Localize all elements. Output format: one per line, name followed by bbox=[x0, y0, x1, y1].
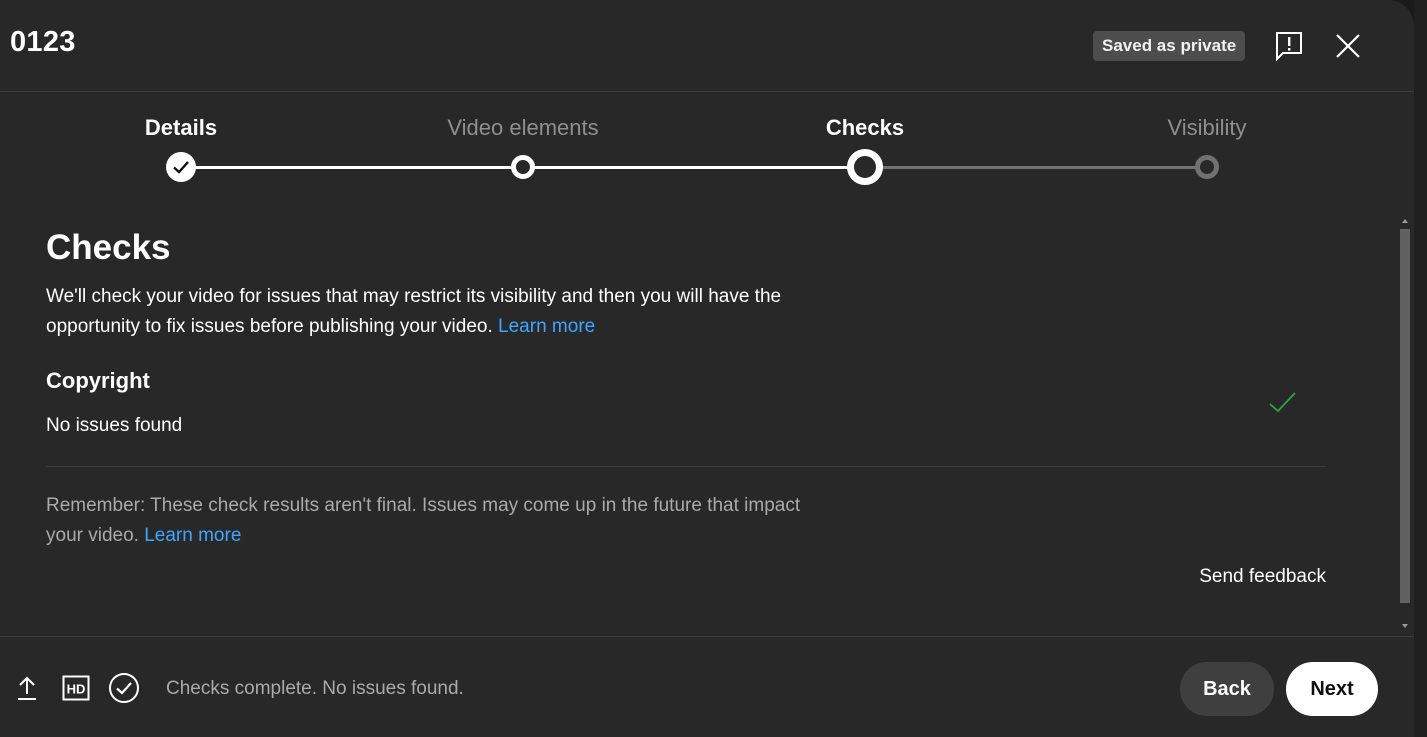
svg-text:HD: HD bbox=[67, 682, 86, 697]
back-button[interactable]: Back bbox=[1180, 662, 1274, 716]
scroll-down-arrow-icon[interactable] bbox=[1402, 624, 1408, 628]
next-button[interactable]: Next bbox=[1286, 662, 1378, 716]
scroll-thumb[interactable] bbox=[1400, 229, 1410, 603]
step-checks-label[interactable]: Checks bbox=[826, 115, 904, 141]
dialog-header: 0123 Saved as private bbox=[0, 0, 1414, 92]
step-checks-node[interactable] bbox=[847, 149, 883, 185]
learn-more-link[interactable]: Learn more bbox=[498, 316, 595, 337]
copyright-check-icon bbox=[1269, 392, 1296, 413]
video-title: 0123 bbox=[10, 26, 76, 58]
upload-icon[interactable] bbox=[16, 675, 38, 701]
copyright-heading: Copyright bbox=[46, 368, 150, 393]
upload-dialog: 0123 Saved as private Details Video elem… bbox=[0, 0, 1414, 737]
checks-status-text: Checks complete. No issues found. bbox=[166, 678, 464, 699]
step-visibility-node[interactable] bbox=[1195, 155, 1219, 179]
screen-edge bbox=[1414, 0, 1427, 737]
checks-heading: Checks bbox=[46, 228, 171, 267]
close-icon[interactable] bbox=[1334, 32, 1362, 60]
remember-note: Remember: These check results aren't fin… bbox=[46, 491, 806, 551]
report-feedback-icon[interactable] bbox=[1274, 30, 1304, 62]
send-feedback-link[interactable]: Send feedback bbox=[1199, 566, 1326, 588]
copyright-status: No issues found bbox=[46, 415, 183, 436]
checks-content: Checks We'll check your video for issues… bbox=[46, 226, 1326, 587]
step-details-node[interactable] bbox=[166, 152, 196, 182]
checks-intro: We'll check your video for issues that m… bbox=[46, 282, 826, 342]
section-divider bbox=[46, 466, 1326, 467]
checkmark-icon bbox=[173, 161, 189, 174]
content-scrollbar[interactable] bbox=[1398, 214, 1412, 634]
checks-intro-text: We'll check your video for issues that m… bbox=[46, 286, 782, 337]
remember-learn-more-link[interactable]: Learn more bbox=[144, 525, 241, 546]
step-details-label[interactable]: Details bbox=[145, 115, 217, 141]
step-video-elements-node[interactable] bbox=[511, 155, 535, 179]
checks-complete-icon[interactable] bbox=[108, 672, 140, 704]
scroll-up-arrow-icon[interactable] bbox=[1402, 219, 1408, 223]
step-visibility-label[interactable]: Visibility bbox=[1167, 115, 1246, 141]
stepper-remaining-line bbox=[865, 166, 1207, 169]
hd-icon[interactable]: HD bbox=[62, 675, 90, 701]
step-video-elements-label[interactable]: Video elements bbox=[447, 115, 598, 141]
saved-status-badge: Saved as private bbox=[1093, 31, 1246, 61]
upload-stepper: Details Video elements Checks Visibility bbox=[0, 92, 1414, 202]
dialog-footer: HD Checks complete. No issues found. Bac… bbox=[0, 636, 1414, 737]
